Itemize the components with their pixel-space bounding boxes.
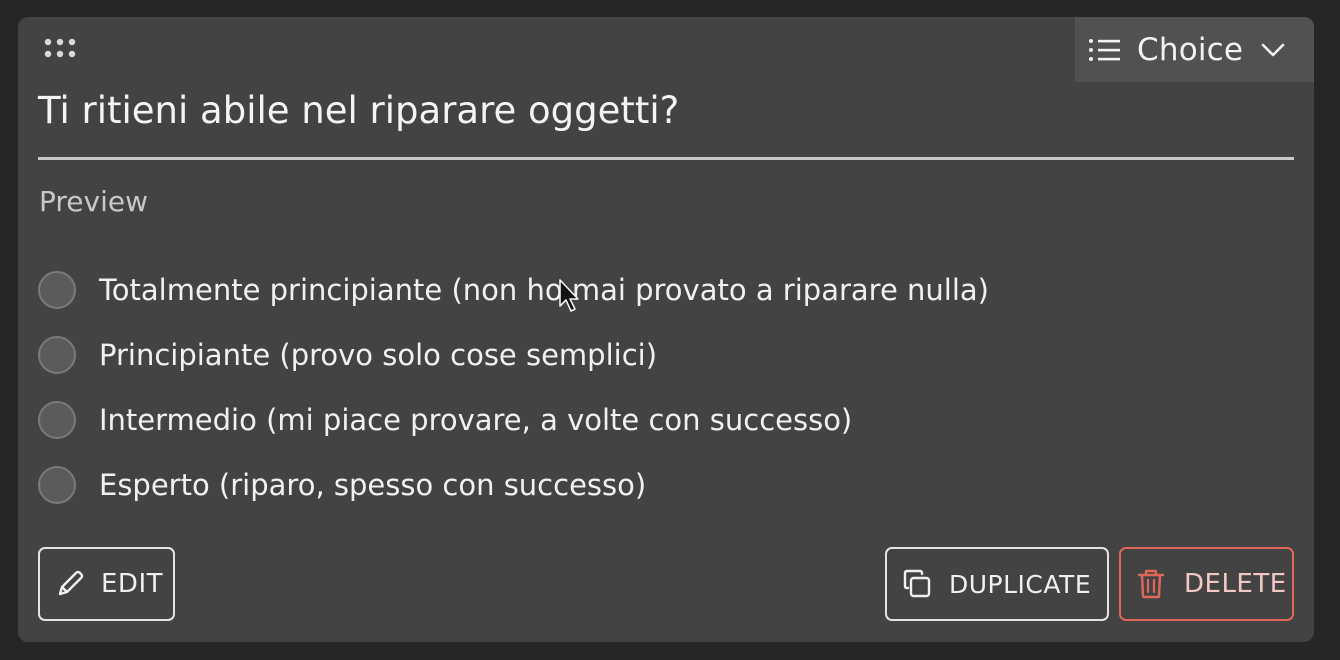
edit-button-label: EDIT <box>101 569 163 599</box>
radio-button[interactable] <box>38 335 76 374</box>
copy-icon <box>903 569 931 598</box>
delete-button-label: DELETE <box>1184 569 1287 599</box>
pencil-icon <box>58 570 84 596</box>
choice-option-label: Principiante (provo solo cose semplici) <box>99 337 658 372</box>
chevron-down-icon <box>1261 43 1285 56</box>
duplicate-button-label: DUPLICATE <box>949 569 1092 599</box>
choice-option[interactable]: Totalmente principiante (non ho mai prov… <box>38 257 1238 322</box>
delete-button[interactable]: DELETE <box>1119 547 1294 621</box>
radio-button[interactable] <box>38 465 76 504</box>
choice-option-label: Totalmente principiante (non ho mai prov… <box>99 272 989 307</box>
choice-option-label: Intermedio (mi piace provare, a volte co… <box>99 402 853 437</box>
trash-icon <box>1137 569 1165 599</box>
edit-button[interactable]: EDIT <box>38 547 175 621</box>
choice-options-list: Totalmente principiante (non ho mai prov… <box>38 257 1238 517</box>
question-type-dropdown[interactable]: Choice <box>1075 17 1314 82</box>
question-card: Choice Ti ritieni abile nel riparare ogg… <box>18 17 1314 642</box>
preview-label: Preview <box>39 185 148 218</box>
choice-option-label: Esperto (riparo, spesso con successo) <box>99 467 647 502</box>
radio-button[interactable] <box>38 270 76 309</box>
question-title-input[interactable]: Ti ritieni abile nel riparare oggetti? <box>38 86 1294 160</box>
choice-option[interactable]: Esperto (riparo, spesso con successo) <box>38 452 1238 517</box>
question-type-label: Choice <box>1137 31 1244 68</box>
drag-handle-icon[interactable] <box>42 37 82 61</box>
radio-button[interactable] <box>38 400 76 439</box>
choice-option[interactable]: Principiante (provo solo cose semplici) <box>38 322 1238 387</box>
duplicate-button[interactable]: DUPLICATE <box>885 547 1109 621</box>
choice-option[interactable]: Intermedio (mi piace provare, a volte co… <box>38 387 1238 452</box>
list-icon <box>1089 38 1120 61</box>
